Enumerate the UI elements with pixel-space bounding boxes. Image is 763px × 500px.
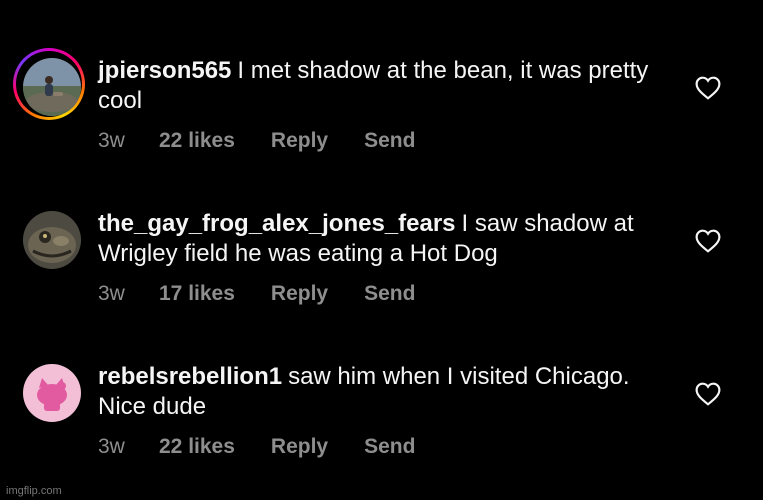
comment-text: the_gay_frog_alex_jones_fears I saw shado… <box>98 209 678 269</box>
likes-count[interactable]: 22 likes <box>159 435 235 459</box>
avatar[interactable] <box>23 364 81 422</box>
like-heart-icon[interactable] <box>695 229 721 253</box>
reply-button[interactable]: Reply <box>271 435 328 459</box>
avatar-wrapper[interactable] <box>23 364 81 422</box>
send-button[interactable]: Send <box>364 435 415 459</box>
username[interactable]: jpierson565 <box>98 57 231 84</box>
avatar-wrapper[interactable] <box>23 211 81 269</box>
comment-text: rebelsrebellion1 saw him when I visited C… <box>98 362 678 422</box>
imgflip-watermark: imgflip.com <box>6 485 62 497</box>
reply-button[interactable]: Reply <box>271 282 328 306</box>
comment-item: jpierson565 I met shadow at the bean, it … <box>0 48 763 190</box>
frog-avatar-icon <box>23 211 81 269</box>
comment-meta: 3w 22 likes Reply Send <box>98 129 415 153</box>
hello-kitty-avatar-icon <box>23 364 81 422</box>
comment-item: the_gay_frog_alex_jones_fears I saw shado… <box>0 203 763 343</box>
comment-item: rebelsrebellion1 saw him when I visited C… <box>0 356 763 496</box>
send-button[interactable]: Send <box>364 129 415 153</box>
person-on-rock-avatar-icon <box>23 58 81 116</box>
comment-text: jpierson565 I met shadow at the bean, it … <box>98 56 678 116</box>
timestamp: 3w <box>98 282 125 305</box>
like-heart-icon[interactable] <box>695 76 721 100</box>
reply-button[interactable]: Reply <box>271 129 328 153</box>
timestamp: 3w <box>98 129 125 152</box>
likes-count[interactable]: 22 likes <box>159 129 235 153</box>
avatar[interactable] <box>23 58 81 116</box>
avatar-with-story-ring[interactable] <box>13 48 85 120</box>
send-button[interactable]: Send <box>364 282 415 306</box>
username[interactable]: the_gay_frog_alex_jones_fears <box>98 210 456 237</box>
comment-meta: 3w 17 likes Reply Send <box>98 282 415 306</box>
username[interactable]: rebelsrebellion1 <box>98 363 282 390</box>
timestamp: 3w <box>98 435 125 458</box>
likes-count[interactable]: 17 likes <box>159 282 235 306</box>
avatar[interactable] <box>23 211 81 269</box>
comment-meta: 3w 22 likes Reply Send <box>98 435 415 459</box>
like-heart-icon[interactable] <box>695 382 721 406</box>
